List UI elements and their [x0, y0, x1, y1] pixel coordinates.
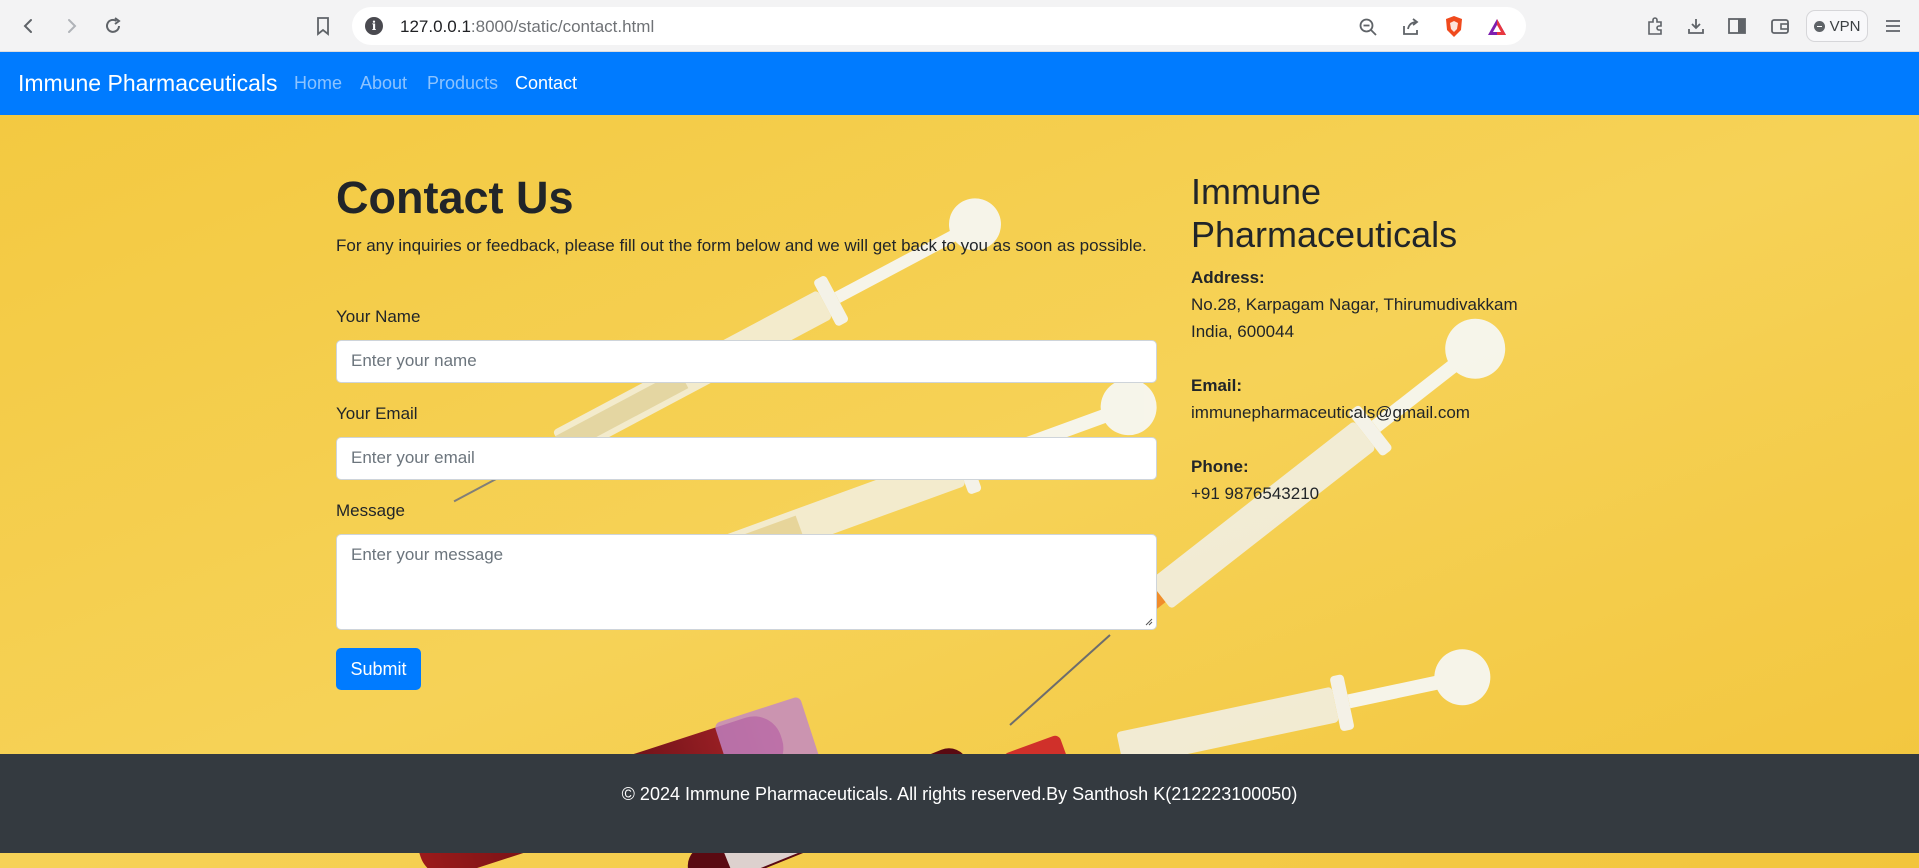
page-title: Contact Us [336, 172, 574, 223]
nav-link-products[interactable]: Products [427, 73, 498, 94]
url-text[interactable]: 127.0.0.1:8000/static/contact.html [400, 17, 654, 37]
submit-button[interactable]: Submit [336, 648, 421, 690]
wallet-icon[interactable] [1767, 13, 1793, 39]
site-navbar: Immune Pharmaceuticals Home About Produc… [0, 52, 1919, 115]
back-icon[interactable] [14, 11, 44, 41]
site-footer: © 2024 Immune Pharmaceuticals. All right… [0, 754, 1919, 853]
share-icon[interactable] [1399, 15, 1423, 39]
message-label: Message [336, 501, 405, 520]
name-input[interactable]: Enter your name [336, 340, 1157, 383]
url-path: :8000/static/contact.html [470, 17, 655, 36]
info-icon[interactable]: i [365, 17, 383, 35]
resize-grip-icon[interactable] [1143, 616, 1153, 626]
brave-shield-icon[interactable] [1442, 15, 1466, 39]
vpn-button[interactable]: VPN [1806, 10, 1868, 42]
message-placeholder: Enter your message [351, 545, 504, 564]
email-info-label: Email: [1191, 376, 1243, 395]
nav-link-about[interactable]: About [360, 73, 407, 94]
company-name: Immune Pharmaceuticals [1191, 171, 1458, 255]
nav-link-contact[interactable]: Contact [515, 73, 577, 94]
email-label: Your Email [336, 404, 418, 423]
extensions-icon[interactable] [1642, 13, 1668, 39]
company-email[interactable]: immunepharmaceuticals@gmail.com [1191, 399, 1470, 426]
navbar-brand[interactable]: Immune Pharmaceuticals [18, 70, 278, 97]
download-icon[interactable] [1683, 13, 1709, 39]
address-label: Address: [1191, 268, 1265, 287]
menu-icon[interactable] [1880, 13, 1906, 39]
footer-copyright: © 2024 Immune Pharmaceuticals. All right… [621, 784, 1298, 804]
phone-label: Phone: [1191, 457, 1249, 476]
zoom-out-icon[interactable] [1356, 15, 1380, 39]
contact-intro: For any inquiries or feedback, please fi… [336, 236, 1147, 255]
address-line-1: No.28, Karpagam Nagar, Thirumudivakkam [1191, 295, 1518, 314]
email-input[interactable]: Enter your email [336, 437, 1157, 480]
address-line-2: India, 600044 [1191, 322, 1295, 341]
forward-icon[interactable] [56, 11, 86, 41]
vpn-label: VPN [1829, 17, 1861, 35]
vpn-status-icon [1813, 20, 1825, 32]
message-textarea[interactable]: Enter your message [336, 534, 1157, 630]
brave-rewards-icon[interactable] [1485, 15, 1509, 39]
nav-link-home[interactable]: Home [294, 73, 342, 94]
name-label: Your Name [336, 307, 421, 326]
bookmark-icon[interactable] [308, 11, 338, 41]
sidebar-icon[interactable] [1724, 13, 1750, 39]
url-host: 127.0.0.1 [400, 17, 471, 36]
address-bar[interactable]: i 127.0.0.1:8000/static/contact.html [352, 7, 1526, 45]
company-phone: +91 9876543210 [1191, 484, 1320, 503]
reload-icon[interactable] [98, 11, 128, 41]
browser-toolbar: i 127.0.0.1:8000/static/contact.html VPN [0, 0, 1919, 52]
